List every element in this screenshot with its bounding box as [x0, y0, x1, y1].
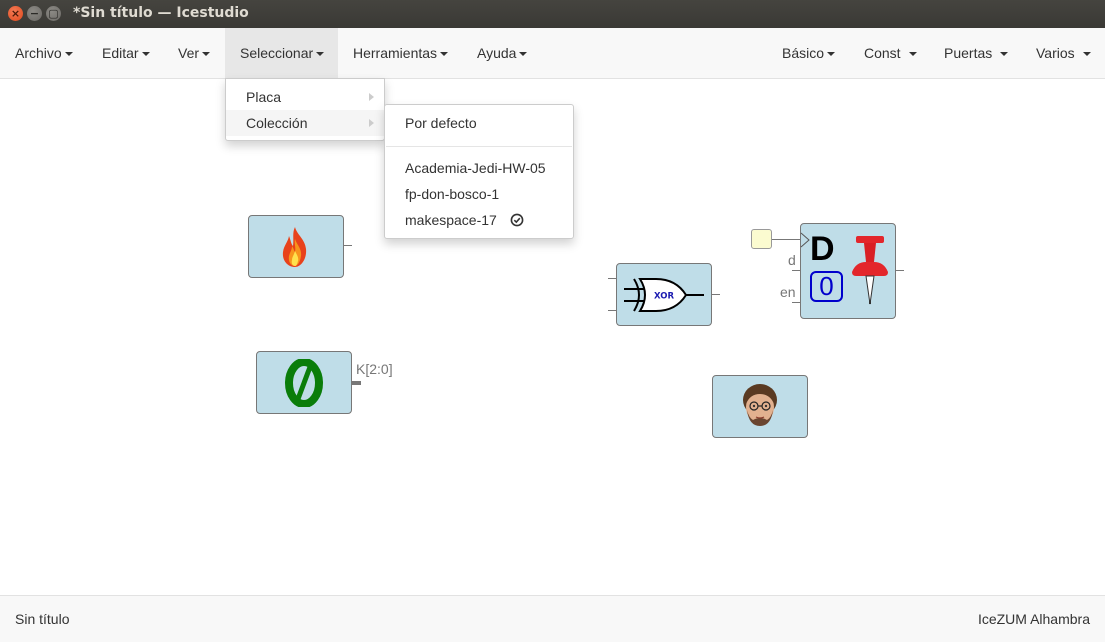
menu-item-label: Academia-Jedi-HW-05: [405, 160, 546, 176]
menu-archivo[interactable]: Archivo: [0, 28, 88, 78]
menu-label: Herramientas: [353, 45, 438, 61]
dff-input-d-port[interactable]: [792, 270, 800, 271]
menu-item-label: Placa: [246, 89, 282, 105]
dff-letter: D: [810, 230, 835, 268]
xor-gate-block[interactable]: XOR: [616, 263, 712, 326]
fire-icon: [282, 227, 307, 267]
menu-label: Editar: [102, 45, 139, 61]
caret-down-icon: [827, 52, 836, 57]
menu-item-label: makespace-17: [405, 212, 497, 228]
menubar: Archivo Editar Ver Seleccionar Herramien…: [0, 28, 1105, 79]
menu-seleccionar[interactable]: Seleccionar: [225, 28, 338, 78]
menu-label: Ayuda: [477, 45, 517, 61]
menu-herramientas[interactable]: Herramientas: [338, 28, 463, 78]
select-menu-item-coleccion[interactable]: Colección: [226, 110, 384, 136]
pushpin-icon: [852, 236, 888, 305]
xor-gate-label: XOR: [654, 292, 674, 302]
menu-basico[interactable]: Básico: [767, 28, 850, 78]
menu-varios[interactable]: Varios: [1021, 28, 1105, 78]
dff-value-display: 0: [810, 271, 843, 302]
menu-label: Ver: [178, 45, 200, 61]
window-title: *Sin título — Icestudio: [73, 5, 249, 21]
caret-down-icon: [1000, 52, 1009, 57]
window-titlebar: × − ▢ *Sin título — Icestudio: [0, 0, 1105, 28]
collection-item-default[interactable]: Por defecto: [385, 110, 573, 136]
constant-output-label: K[2:0]: [356, 361, 393, 377]
xor-input-b-port[interactable]: [608, 310, 616, 311]
menu-label: Archivo: [15, 45, 62, 61]
menu-puertas[interactable]: Puertas: [929, 28, 1023, 78]
menu-editar[interactable]: Editar: [87, 28, 165, 78]
collection-item-fp-don-bosco[interactable]: fp-don-bosco-1: [385, 181, 573, 207]
submenu-arrow-icon: [369, 93, 374, 101]
dff-register-block[interactable]: D 0: [800, 223, 896, 319]
menu-label: Básico: [782, 45, 825, 61]
clock-input-square[interactable]: [751, 229, 772, 249]
fire-block[interactable]: [248, 215, 344, 278]
caret-down-icon: [908, 52, 917, 57]
menu-ver[interactable]: Ver: [163, 28, 225, 78]
select-menu-item-placa[interactable]: Placa: [226, 84, 384, 110]
status-board-name[interactable]: IceZUM Alhambra: [978, 611, 1090, 627]
fire-output-port[interactable]: [344, 245, 352, 246]
collection-submenu: Por defecto Academia-Jedi-HW-05 fp-don-b…: [384, 104, 574, 239]
menu-ayuda[interactable]: Ayuda: [462, 28, 542, 78]
menu-item-label: Colección: [246, 115, 308, 131]
check-circle-icon: [510, 213, 524, 227]
zero-icon: [285, 359, 323, 407]
menu-label: Puertas: [944, 45, 993, 61]
menu-item-label: fp-don-bosco-1: [405, 186, 500, 202]
status-project-name: Sin título: [15, 611, 70, 627]
caret-down-icon: [316, 52, 325, 57]
menu-divider: [386, 146, 572, 147]
menu-item-label: Por defecto: [405, 115, 477, 131]
avatar-icon: [743, 384, 777, 426]
caret-down-icon: [1082, 52, 1091, 57]
window-maximize-button[interactable]: ▢: [46, 6, 61, 21]
menu-const[interactable]: Const: [849, 28, 932, 78]
statusbar: Sin título IceZUM Alhambra: [0, 595, 1105, 642]
clock-edge-icon: [800, 232, 810, 248]
avatar-block[interactable]: [712, 375, 808, 438]
caret-down-icon: [440, 52, 449, 57]
dff-input-d-label: d: [788, 252, 796, 268]
xor-output-port[interactable]: [712, 294, 720, 295]
menu-label: Varios: [1036, 45, 1075, 61]
constant-zero-block[interactable]: [256, 351, 352, 414]
caret-down-icon: [64, 52, 73, 57]
window-close-button[interactable]: ×: [8, 6, 23, 21]
menu-label: Seleccionar: [240, 45, 314, 61]
select-menu-dropdown: Placa Colección: [225, 78, 385, 141]
window-minimize-button[interactable]: −: [27, 6, 42, 21]
menu-label: Const: [864, 45, 901, 61]
caret-down-icon: [202, 52, 211, 57]
collection-item-makespace[interactable]: makespace-17: [385, 207, 573, 233]
dff-input-en-port[interactable]: [792, 302, 800, 303]
dff-output-port[interactable]: [896, 270, 904, 271]
caret-down-icon: [141, 52, 150, 57]
clock-wire: [772, 239, 800, 240]
caret-down-icon: [519, 52, 528, 57]
constant-output-port[interactable]: [352, 381, 361, 385]
dff-input-en-label: en: [780, 284, 796, 300]
submenu-arrow-icon: [369, 119, 374, 127]
xor-gate-icon: XOR: [624, 278, 704, 312]
collection-item-academia[interactable]: Academia-Jedi-HW-05: [385, 155, 573, 181]
xor-input-a-port[interactable]: [608, 278, 616, 279]
